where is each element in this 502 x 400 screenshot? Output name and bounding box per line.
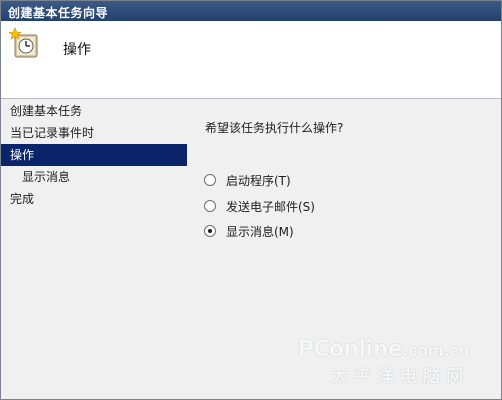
sidebar-item-finish[interactable]: 完成 — [1, 188, 189, 210]
sidebar-item-create-basic-task[interactable]: 创建基本任务 — [1, 100, 189, 122]
radio-send-email[interactable] — [204, 200, 216, 212]
task-clock-icon — [9, 27, 38, 58]
window-title: 创建基本任务向导 — [8, 6, 109, 20]
option-label: 发送电子邮件(S) — [226, 199, 315, 214]
action-question: 希望该任务执行什么操作? — [205, 121, 344, 135]
option-send-email[interactable]: 发送电子邮件(S) — [204, 196, 315, 216]
sidebar-item-when-event-logged[interactable]: 当已记录事件时 — [1, 122, 189, 144]
sidebar-item-display-message[interactable]: 显示消息 — [1, 166, 189, 188]
wizard-steps-sidebar: 创建基本任务 当已记录事件时 操作 显示消息 完成 — [1, 100, 189, 399]
wizard-content: 希望该任务执行什么操作? 启动程序(T) 发送电子邮件(S) 显示消息(M) — [189, 100, 501, 399]
radio-start-program[interactable] — [204, 174, 216, 186]
option-label: 启动程序(T) — [226, 173, 291, 188]
radio-display-message[interactable] — [204, 225, 216, 237]
wizard-window: 创建基本任务向导 操作 创建基本任务 当已记录事件时 操作 显示消息 完成 希望… — [0, 0, 502, 400]
window-title-bar[interactable]: 创建基本任务向导 — [1, 1, 501, 21]
sidebar-item-action[interactable]: 操作 — [1, 144, 187, 166]
page-title: 操作 — [63, 42, 91, 58]
wizard-header: 操作 — [1, 21, 501, 99]
option-label: 显示消息(M) — [226, 224, 294, 239]
option-display-message[interactable]: 显示消息(M) — [204, 221, 294, 241]
option-start-program[interactable]: 启动程序(T) — [204, 170, 291, 190]
